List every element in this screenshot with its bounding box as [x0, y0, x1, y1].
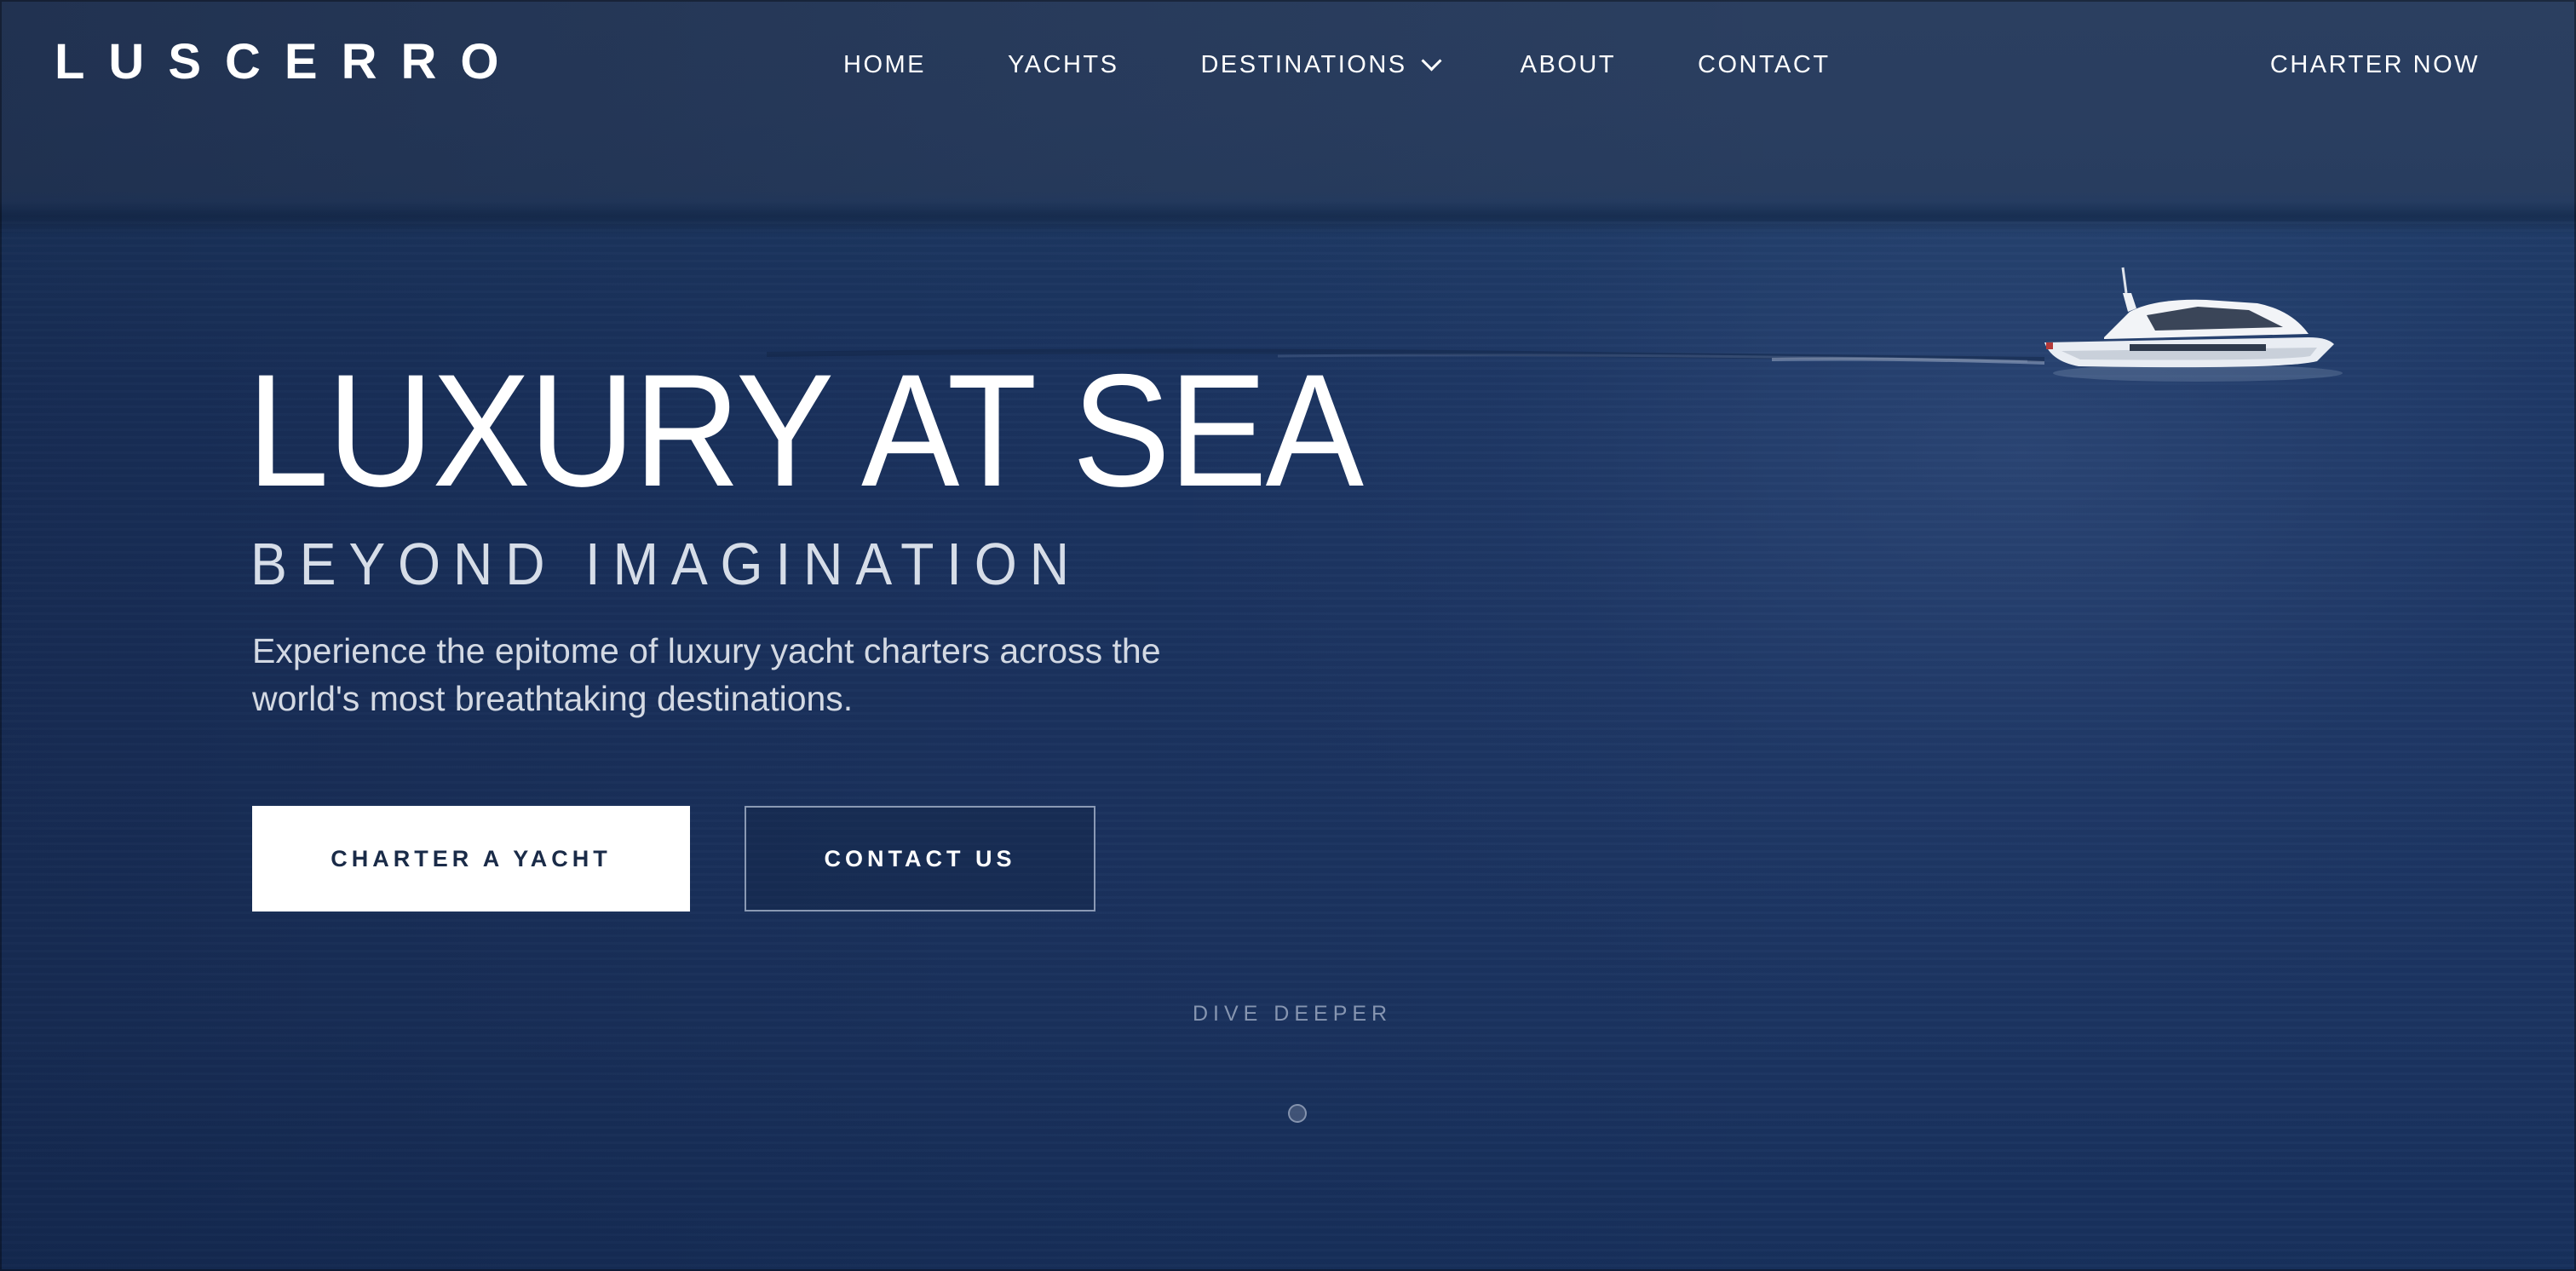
- hero-description: Experience the epitome of luxury yacht c…: [252, 631, 1161, 718]
- nav-item-about[interactable]: ABOUT: [1521, 48, 1616, 82]
- nav-links: HOME YACHTS DESTINATIONS ABOUT CONTACT: [843, 48, 1831, 82]
- button-label: CHARTER A YACHT: [331, 845, 612, 871]
- nav-item-label: HOME: [843, 51, 926, 78]
- nav-item-label: ABOUT: [1520, 51, 1617, 78]
- scroll-dot-icon[interactable]: [1288, 1104, 1307, 1123]
- button-label: CONTACT US: [824, 845, 1016, 871]
- contact-us-button[interactable]: CONTACT US: [745, 806, 1095, 912]
- nav-item-label: DESTINATIONS: [1200, 51, 1407, 78]
- hero-subheadline: BEYOND IMAGINATION: [250, 531, 1082, 597]
- brand-logo[interactable]: LUSCERRO: [55, 32, 522, 92]
- hero-headline: LUXURY AT SEA: [247, 341, 1364, 520]
- top-navigation: LUSCERRO HOME YACHTS DESTINATIONS ABOUT …: [0, 0, 2576, 128]
- charter-now-link[interactable]: CHARTER NOW: [2270, 48, 2480, 82]
- nav-item-label: YACHTS: [1008, 51, 1119, 78]
- nav-item-yachts[interactable]: YACHTS: [1008, 48, 1118, 82]
- chevron-down-icon: [1421, 49, 1442, 72]
- nav-item-contact[interactable]: CONTACT: [1698, 48, 1831, 82]
- charter-a-yacht-button[interactable]: CHARTER A YACHT: [252, 806, 690, 912]
- nav-item-home[interactable]: HOME: [843, 48, 926, 82]
- nav-item-label: CONTACT: [1698, 51, 1831, 78]
- nav-item-destinations[interactable]: DESTINATIONS: [1200, 48, 1442, 82]
- scroll-hint[interactable]: DIVE DEEPER: [1193, 1002, 1387, 1027]
